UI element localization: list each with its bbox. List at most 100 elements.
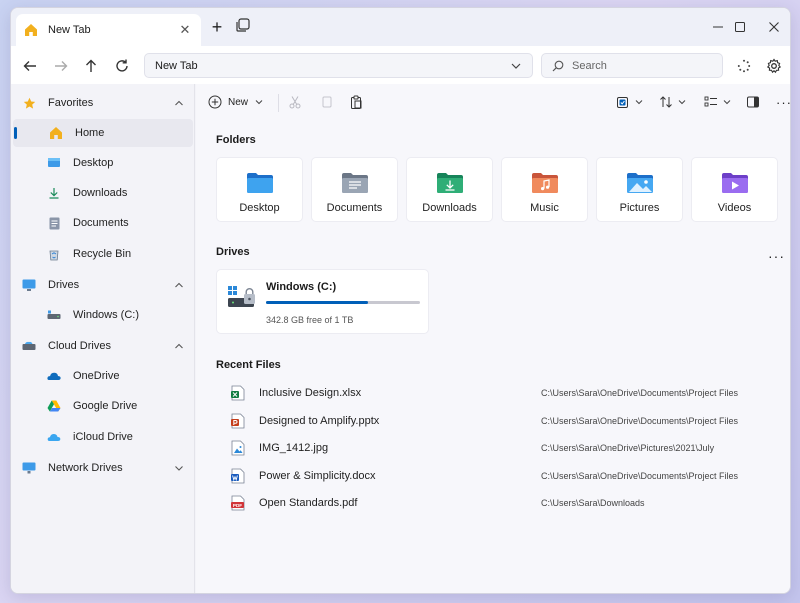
maximize-icon <box>735 22 745 32</box>
chevron-down-icon <box>723 100 731 105</box>
settings-button[interactable] <box>763 55 785 77</box>
powerpoint-icon <box>231 413 245 429</box>
more-options-button[interactable]: ··· <box>776 92 790 112</box>
select-options-button[interactable] <box>616 92 644 112</box>
navigation-bar: New Tab <box>11 46 790 84</box>
preview-pane-icon <box>747 96 759 108</box>
copy-button[interactable] <box>319 92 333 112</box>
sort-button[interactable] <box>659 92 687 112</box>
sidebar-item-label: Documents <box>73 217 129 229</box>
sidebar-section-label: Favorites <box>48 97 94 109</box>
recent-file-row[interactable]: Inclusive Design.xlsx C:\Users\Sara\OneD… <box>216 380 776 406</box>
up-button[interactable] <box>80 55 102 77</box>
sidebar-item-downloads[interactable]: Downloads <box>11 179 195 207</box>
sidebar-item-windows-c[interactable]: Windows (C:) <box>11 301 195 329</box>
sidebar: Favorites Home Desktop Downloads Documen… <box>11 84 195 593</box>
drive-icon <box>47 308 61 322</box>
file-name: Open Standards.pdf <box>259 497 358 509</box>
close-window-button[interactable] <box>762 17 786 37</box>
new-tab-button[interactable]: + <box>206 17 228 39</box>
tab-actions-icon[interactable] <box>236 18 254 36</box>
folder-card-downloads[interactable]: Downloads <box>406 157 493 222</box>
minimize-icon <box>713 26 723 28</box>
sidebar-item-home[interactable]: Home <box>13 119 193 147</box>
folder-card-pictures[interactable]: Pictures <box>596 157 683 222</box>
tab-new-tab[interactable]: New Tab ✕ <box>16 14 201 46</box>
drives-heading: Drives <box>216 246 250 258</box>
file-path: C:\Users\Sara\OneDrive\Documents\Project… <box>541 471 739 481</box>
scissors-icon <box>289 96 301 109</box>
music-folder-icon <box>531 170 559 196</box>
folder-card-documents[interactable]: Documents <box>311 157 398 222</box>
desktop-icon <box>47 156 61 170</box>
address-bar[interactable]: New Tab <box>144 53 533 78</box>
sidebar-section-drives[interactable]: Drives <box>11 271 195 299</box>
excel-icon <box>231 385 245 401</box>
sidebar-item-documents[interactable]: Documents <box>11 209 195 237</box>
recent-file-row[interactable]: IMG_1412.jpg C:\Users\Sara\OneDrive\Pict… <box>216 435 776 461</box>
sidebar-item-recycle-bin[interactable]: Recycle Bin <box>11 240 195 268</box>
sidebar-section-label: Network Drives <box>48 462 123 474</box>
refresh-button[interactable] <box>111 55 133 77</box>
chevron-up-icon[interactable] <box>173 97 185 109</box>
sidebar-section-cloud-drives[interactable]: Cloud Drives <box>11 332 195 360</box>
documents-folder-icon <box>341 170 369 196</box>
document-icon <box>47 216 61 230</box>
loading-spinner-icon <box>737 59 751 73</box>
search-box[interactable] <box>541 53 723 78</box>
list-view-icon <box>704 96 717 107</box>
new-button[interactable]: New <box>208 92 264 112</box>
title-bar: New Tab ✕ + <box>11 8 790 46</box>
status-center-button[interactable] <box>733 55 755 77</box>
sidebar-section-network-drives[interactable]: Network Drives <box>11 454 195 482</box>
folder-card-videos[interactable]: Videos <box>691 157 778 222</box>
minimize-button[interactable] <box>706 17 730 37</box>
recent-file-row[interactable]: Designed to Amplify.pptx C:\Users\Sara\O… <box>216 408 776 434</box>
cut-button[interactable] <box>288 92 302 112</box>
layout-button[interactable] <box>704 92 732 112</box>
refresh-icon <box>116 59 128 72</box>
sidebar-item-desktop[interactable]: Desktop <box>11 149 195 177</box>
forward-button[interactable] <box>50 55 72 77</box>
recent-file-row[interactable]: PDF Open Standards.pdf C:\Users\Sara\Dow… <box>216 490 776 516</box>
folder-card-desktop[interactable]: Desktop <box>216 157 303 222</box>
drive-card-windows-c[interactable]: Windows (C:) 342.8 GB free of 1 TB <box>216 269 429 334</box>
star-icon <box>22 96 36 110</box>
copy-icon <box>322 96 332 108</box>
drives-more-button[interactable]: ··· <box>768 248 785 264</box>
main-pane: New ··· Folders Desktop Documents Downlo… <box>196 84 790 593</box>
paste-button[interactable] <box>349 92 363 112</box>
chevron-up-icon[interactable] <box>173 340 185 352</box>
folder-card-music[interactable]: Music <box>501 157 588 222</box>
chevron-up-icon[interactable] <box>173 279 185 291</box>
toolbar-divider <box>278 94 279 112</box>
preview-pane-button[interactable] <box>746 92 760 112</box>
sidebar-section-favorites[interactable]: Favorites <box>11 89 195 117</box>
image-file-icon <box>231 440 245 456</box>
sidebar-item-onedrive[interactable]: OneDrive <box>11 362 195 390</box>
close-tab-icon[interactable]: ✕ <box>177 22 193 38</box>
file-name: Power & Simplicity.docx <box>259 470 376 482</box>
drive-lock-icon <box>227 285 257 316</box>
checkbox-select-icon <box>617 97 628 108</box>
sidebar-item-icloud-drive[interactable]: iCloud Drive <box>11 423 195 451</box>
gear-icon <box>766 58 782 74</box>
sidebar-item-label: iCloud Drive <box>73 431 133 443</box>
file-path: C:\Users\Sara\OneDrive\Pictures\2021\Jul… <box>541 443 715 453</box>
search-input[interactable] <box>572 59 712 72</box>
file-path: C:\Users\Sara\OneDrive\Documents\Project… <box>541 416 739 426</box>
home-icon <box>24 23 38 37</box>
file-path: C:\Users\Sara\OneDrive\Documents\Project… <box>541 388 739 398</box>
recent-file-row[interactable]: Power & Simplicity.docx C:\Users\Sara\On… <box>216 463 776 489</box>
videos-folder-icon <box>721 170 749 196</box>
maximize-button[interactable] <box>728 17 752 37</box>
onedrive-icon <box>47 369 61 383</box>
chevron-down-icon[interactable] <box>173 462 185 474</box>
chevron-down-icon[interactable] <box>510 60 522 72</box>
drive-usage-fill <box>266 301 368 304</box>
sidebar-section-label: Cloud Drives <box>48 340 111 352</box>
back-button[interactable] <box>19 55 41 77</box>
add-circle-icon <box>208 95 222 109</box>
sidebar-item-google-drive[interactable]: Google Drive <box>11 392 195 420</box>
folder-label: Videos <box>717 202 752 214</box>
